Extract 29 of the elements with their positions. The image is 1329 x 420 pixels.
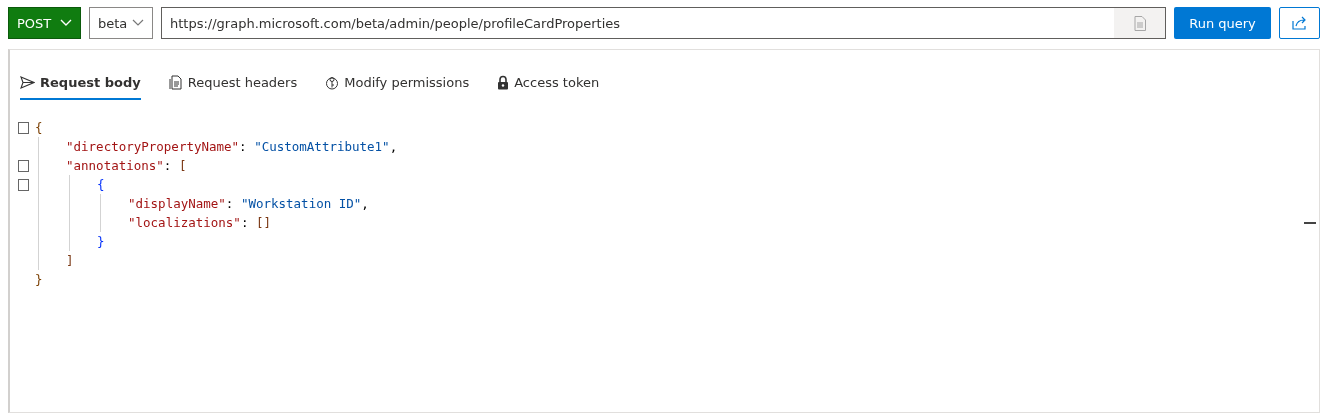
- share-icon: [1291, 16, 1308, 30]
- code-line: ]: [66, 253, 74, 268]
- fold-toggle[interactable]: [18, 121, 29, 134]
- code-line: "directoryPropertyName": "CustomAttribute1",: [66, 139, 398, 154]
- send-icon: [20, 75, 35, 89]
- tab[interactable]: Request body: [20, 66, 141, 100]
- fold-toggle[interactable]: [18, 178, 29, 191]
- tab[interactable]: Request headers: [168, 66, 298, 100]
- run-query-button[interactable]: Run query: [1174, 7, 1271, 39]
- document-icon: [168, 74, 183, 90]
- scroll-marker: [1304, 222, 1316, 224]
- code-line: "localizations": []: [128, 215, 271, 230]
- code-line: {: [35, 120, 43, 135]
- code-line: }: [97, 234, 105, 249]
- key-icon: [325, 74, 340, 90]
- method-dropdown[interactable]: POST: [8, 7, 81, 39]
- code-line: "displayName": "Workstation ID",: [128, 196, 369, 211]
- lock-icon: [497, 74, 510, 90]
- code-line: {: [97, 177, 105, 192]
- share-button[interactable]: [1279, 7, 1320, 39]
- code-line: "annotations": [: [66, 158, 187, 173]
- version-dropdown[interactable]: beta: [89, 7, 153, 39]
- caret-icon: [132, 19, 144, 27]
- caret-icon: [60, 19, 72, 27]
- fold-toggle[interactable]: [18, 159, 29, 172]
- tab[interactable]: Modify permissions: [325, 66, 470, 100]
- tab[interactable]: Access token: [497, 66, 600, 100]
- code-editor[interactable]: { "directoryPropertyName": "CustomAttribute1", "annotations": [ { "displayName": "Workstation ID", "localizations": [] } ] }: [10, 100, 1319, 289]
- code-line: }: [35, 272, 43, 287]
